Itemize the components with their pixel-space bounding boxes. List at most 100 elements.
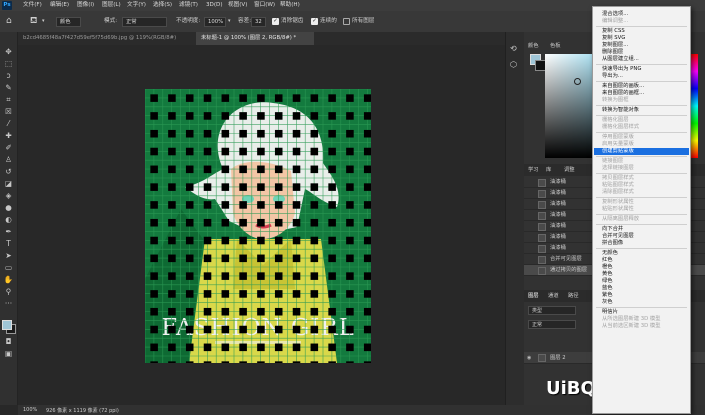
artwork-canvas[interactable]: FASHION GIRL <box>145 89 371 363</box>
blend-mode-select[interactable]: 正常 <box>122 17 167 27</box>
menu-select[interactable]: 选择(S) <box>153 0 172 11</box>
shape-tool-icon[interactable]: ▭ <box>3 262 14 273</box>
fill-source-select[interactable]: 颜色 <box>56 17 81 27</box>
paint-bucket-tool-icon-active[interactable]: ◈ <box>3 190 14 201</box>
menu-item: 粘贴图层样式 <box>602 182 634 188</box>
menu-item[interactable]: 绿色 <box>602 278 613 285</box>
panel-icon-strip: ⟲ ⬡ <box>505 32 524 405</box>
menu-file[interactable]: 文件(F) <box>23 0 42 11</box>
contiguous-checkbox[interactable]: ✓ <box>311 18 318 25</box>
zoom-level[interactable]: 100% <box>23 407 37 413</box>
more-tools-icon[interactable]: ··· <box>3 298 14 309</box>
tab-paths[interactable]: 路径 <box>568 290 579 302</box>
menu-item[interactable]: 向下合并 <box>602 226 623 233</box>
color-picker-cursor[interactable] <box>574 78 581 85</box>
antialias-checkbox[interactable]: ✓ <box>272 18 279 25</box>
history-item-label: 油漆桶 <box>550 179 566 185</box>
marquee-tool-icon[interactable]: ⬚ <box>3 58 14 69</box>
healing-brush-tool-icon[interactable]: ✚ <box>3 130 14 141</box>
tolerance-field[interactable]: 32 <box>251 17 266 27</box>
paint-bucket-tool-icon[interactable]: ⛾ <box>30 11 37 32</box>
tab-swatches[interactable]: 色板 <box>550 40 561 52</box>
menu-item[interactable]: 无颜色 <box>602 250 618 257</box>
menu-item[interactable]: 来自图层的画框... <box>602 90 644 97</box>
menu-item[interactable]: 混合选项... <box>602 11 628 18</box>
menu-item[interactable]: 创建剪贴蒙版 <box>602 148 634 155</box>
menu-item[interactable]: 橙色 <box>602 264 613 271</box>
menu-item: 清除图层样式 <box>602 189 634 195</box>
opacity-dropdown-icon[interactable]: ▾ <box>228 11 231 32</box>
path-select-tool-icon[interactable]: ➤ <box>3 250 14 261</box>
menu-filter[interactable]: 滤镜(T) <box>179 0 198 11</box>
menu-item[interactable]: 删除图层 <box>602 49 623 56</box>
properties-panel-icon[interactable]: ⬡ <box>510 60 517 69</box>
dodge-tool-icon[interactable]: ◐ <box>3 214 14 225</box>
menu-separator <box>596 105 687 106</box>
menu-item[interactable]: 从图层建立组... <box>602 56 639 63</box>
type-tool-icon[interactable]: T <box>3 238 14 249</box>
tab-learn[interactable]: 学习 <box>528 164 539 176</box>
menu-item[interactable]: 红色 <box>602 257 613 264</box>
menu-window[interactable]: 窗口(W) <box>254 0 275 11</box>
pen-tool-icon[interactable]: ✒ <box>3 226 14 237</box>
menu-item[interactable]: 黄色 <box>602 271 613 278</box>
zoom-tool-icon[interactable]: ⚲ <box>3 286 14 297</box>
clone-stamp-tool-icon[interactable]: ♙ <box>3 154 14 165</box>
hand-tool-icon[interactable]: ✋ <box>3 274 14 285</box>
all-layers-checkbox[interactable] <box>343 18 350 25</box>
home-icon[interactable]: ⌂ <box>6 11 12 32</box>
foreground-color-swatch[interactable] <box>2 320 12 330</box>
tab-adjustments[interactable]: 调整 <box>564 164 575 176</box>
menu-item[interactable]: 灰色 <box>602 299 613 306</box>
menu-item[interactable]: 蓝色 <box>602 285 613 292</box>
menu-help[interactable]: 帮助(H) <box>280 0 300 11</box>
tab-layers[interactable]: 图层 <box>528 290 539 302</box>
menu-item[interactable]: 紫色 <box>602 292 613 299</box>
menu-item[interactable]: 拼合图像 <box>602 240 623 247</box>
tab-doc-1[interactable]: b2cd4685f48a7f427d59ef5f75d69b.jpg @ 119… <box>18 32 194 45</box>
menu-item[interactable]: 复制图层... <box>602 42 628 49</box>
menu-item[interactable]: 明信片 <box>602 309 618 316</box>
history-state-icon <box>538 267 546 275</box>
menu-view[interactable]: 视图(V) <box>228 0 247 11</box>
move-tool-icon[interactable]: ✥ <box>3 46 14 57</box>
tab-color[interactable]: 颜色 <box>528 40 539 52</box>
menu-item[interactable]: 导出为... <box>602 73 623 80</box>
crop-tool-icon[interactable]: ⌗ <box>3 94 14 105</box>
menu-layer[interactable]: 图层(L) <box>102 0 121 11</box>
menu-image[interactable]: 图像(I) <box>77 0 94 11</box>
menu-item[interactable]: 转换为智能对象 <box>602 107 639 114</box>
chevron-down-icon[interactable]: ▾ <box>42 11 45 32</box>
menu-item[interactable]: 来自图层的画板... <box>602 83 644 90</box>
frame-tool-icon[interactable]: ☒ <box>3 106 14 117</box>
layer-blend-select[interactable]: 正常 <box>528 320 576 329</box>
menu-item[interactable]: 快速导出为 PNG <box>602 66 641 73</box>
menu-edit[interactable]: 编辑(E) <box>50 0 69 11</box>
tab-channels[interactable]: 通道 <box>548 290 559 302</box>
history-item-label: 油漆桶 <box>550 201 566 207</box>
eye-icon[interactable]: ◉ <box>527 355 533 361</box>
menu-item[interactable]: 复制 SVG <box>602 35 625 42</box>
menu-item[interactable]: 复制 CSS <box>602 28 625 35</box>
history-panel-icon[interactable]: ⟲ <box>510 44 517 53</box>
layer-name: 图层 2 <box>550 355 566 361</box>
blur-tool-icon[interactable]: ● <box>3 202 14 213</box>
opacity-field[interactable]: 100% <box>204 17 226 27</box>
quick-mask-icon[interactable]: ◘ <box>3 336 14 347</box>
history-brush-tool-icon[interactable]: ↺ <box>3 166 14 177</box>
quick-select-tool-icon[interactable]: ✎ <box>3 82 14 93</box>
layer-filter-select[interactable]: 类型 <box>528 306 576 315</box>
history-state-icon <box>538 223 546 231</box>
eraser-tool-icon[interactable]: ◪ <box>3 178 14 189</box>
history-item-label: 油漆桶 <box>550 212 566 218</box>
eyedropper-tool-icon[interactable]: ⁄ <box>3 118 14 129</box>
tab-doc-2[interactable]: 未标题-1 @ 100% (图层 2, RGB/8#) * <box>196 32 314 45</box>
lasso-tool-icon[interactable]: ↄ <box>3 70 14 81</box>
menu-item[interactable]: 合并可见图层 <box>602 233 634 240</box>
screen-mode-icon[interactable]: ▣ <box>3 348 14 359</box>
tab-libraries[interactable]: 库 <box>546 164 551 176</box>
brush-tool-icon[interactable]: ✐ <box>3 142 14 153</box>
menu-3d[interactable]: 3D(D) <box>206 0 223 11</box>
menu-item: 粘贴形状属性 <box>602 206 634 212</box>
menu-type[interactable]: 文字(Y) <box>127 0 146 11</box>
